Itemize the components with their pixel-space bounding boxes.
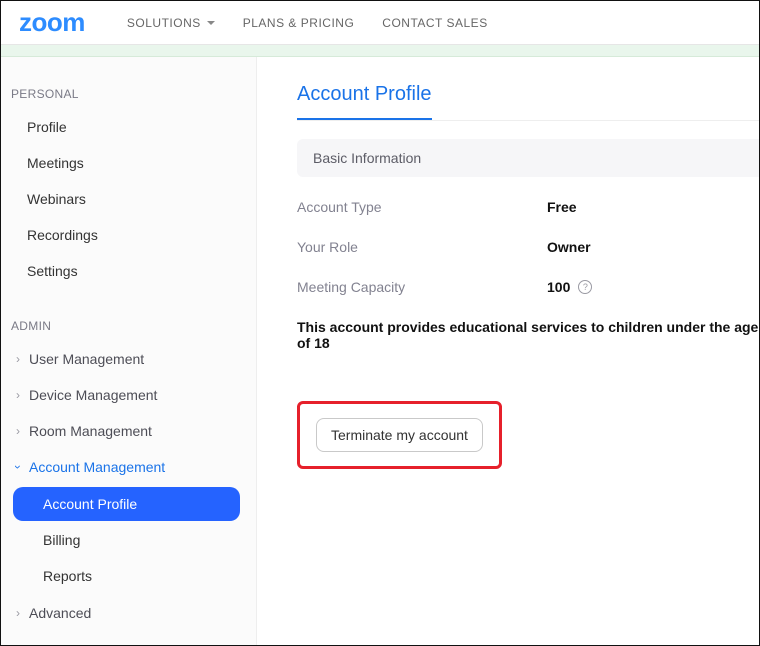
sidebar-item-profile[interactable]: Profile: [1, 109, 256, 145]
terminate-account-button[interactable]: Terminate my account: [316, 418, 483, 452]
sidebar-subitem-reports[interactable]: Reports: [13, 559, 240, 593]
sidebar-item-label: Advanced: [29, 605, 91, 621]
chevron-right-icon: ›: [11, 388, 25, 402]
nav-plans-pricing[interactable]: PLANS & PRICING: [243, 16, 355, 30]
your-role-label: Your Role: [297, 239, 547, 255]
account-type-label: Account Type: [297, 199, 547, 215]
sidebar-subitem-billing[interactable]: Billing: [13, 523, 240, 557]
row-meeting-capacity: Meeting Capacity 100 ?: [297, 279, 759, 295]
sidebar-item-recordings[interactable]: Recordings: [1, 217, 256, 253]
account-note: This account provides educational servic…: [297, 319, 759, 351]
sidebar-item-label: Account Management: [29, 459, 165, 475]
sidebar-subitem-account-profile[interactable]: Account Profile: [13, 487, 240, 521]
account-type-value: Free: [547, 199, 577, 215]
top-header: zoom SOLUTIONS PLANS & PRICING CONTACT S…: [1, 1, 759, 45]
nav-contact-sales[interactable]: CONTACT SALES: [382, 16, 487, 30]
sidebar-item-label: Room Management: [29, 423, 152, 439]
caret-down-icon: [207, 21, 215, 25]
panel-header-basic-info: Basic Information: [297, 139, 759, 177]
meeting-capacity-value: 100 ?: [547, 279, 592, 295]
meeting-capacity-label: Meeting Capacity: [297, 279, 547, 295]
capacity-number: 100: [547, 279, 570, 295]
sidebar: PERSONAL Profile Meetings Webinars Recor…: [1, 57, 257, 645]
chevron-right-icon: ›: [11, 606, 25, 620]
row-your-role: Your Role Owner: [297, 239, 759, 255]
sidebar-item-settings[interactable]: Settings: [1, 253, 256, 289]
sidebar-item-meetings[interactable]: Meetings: [1, 145, 256, 181]
page-title: Account Profile: [297, 83, 432, 120]
nav-solutions[interactable]: SOLUTIONS: [127, 16, 215, 30]
help-icon[interactable]: ?: [578, 280, 592, 294]
zoom-logo[interactable]: zoom: [19, 7, 85, 38]
your-role-value: Owner: [547, 239, 591, 255]
sidebar-item-room-management[interactable]: › Room Management: [1, 413, 256, 449]
sidebar-item-label: Device Management: [29, 387, 157, 403]
sidebar-item-device-management[interactable]: › Device Management: [1, 377, 256, 413]
highlight-box: Terminate my account: [297, 401, 502, 469]
sidebar-section-admin: ADMIN: [1, 307, 256, 341]
row-account-type: Account Type Free: [297, 199, 759, 215]
chevron-right-icon: ›: [11, 424, 25, 438]
chevron-down-icon: ›: [11, 460, 25, 474]
sidebar-item-user-management[interactable]: › User Management: [1, 341, 256, 377]
sidebar-section-personal: PERSONAL: [1, 75, 256, 109]
sidebar-item-advanced[interactable]: › Advanced: [1, 595, 256, 631]
nav-solutions-label: SOLUTIONS: [127, 16, 201, 30]
main-content: Account Profile Basic Information Accoun…: [257, 57, 759, 645]
chevron-right-icon: ›: [11, 352, 25, 366]
notification-banner: [1, 45, 759, 57]
sidebar-item-account-management[interactable]: › Account Management: [1, 449, 256, 485]
sidebar-item-label: User Management: [29, 351, 144, 367]
sidebar-item-webinars[interactable]: Webinars: [1, 181, 256, 217]
